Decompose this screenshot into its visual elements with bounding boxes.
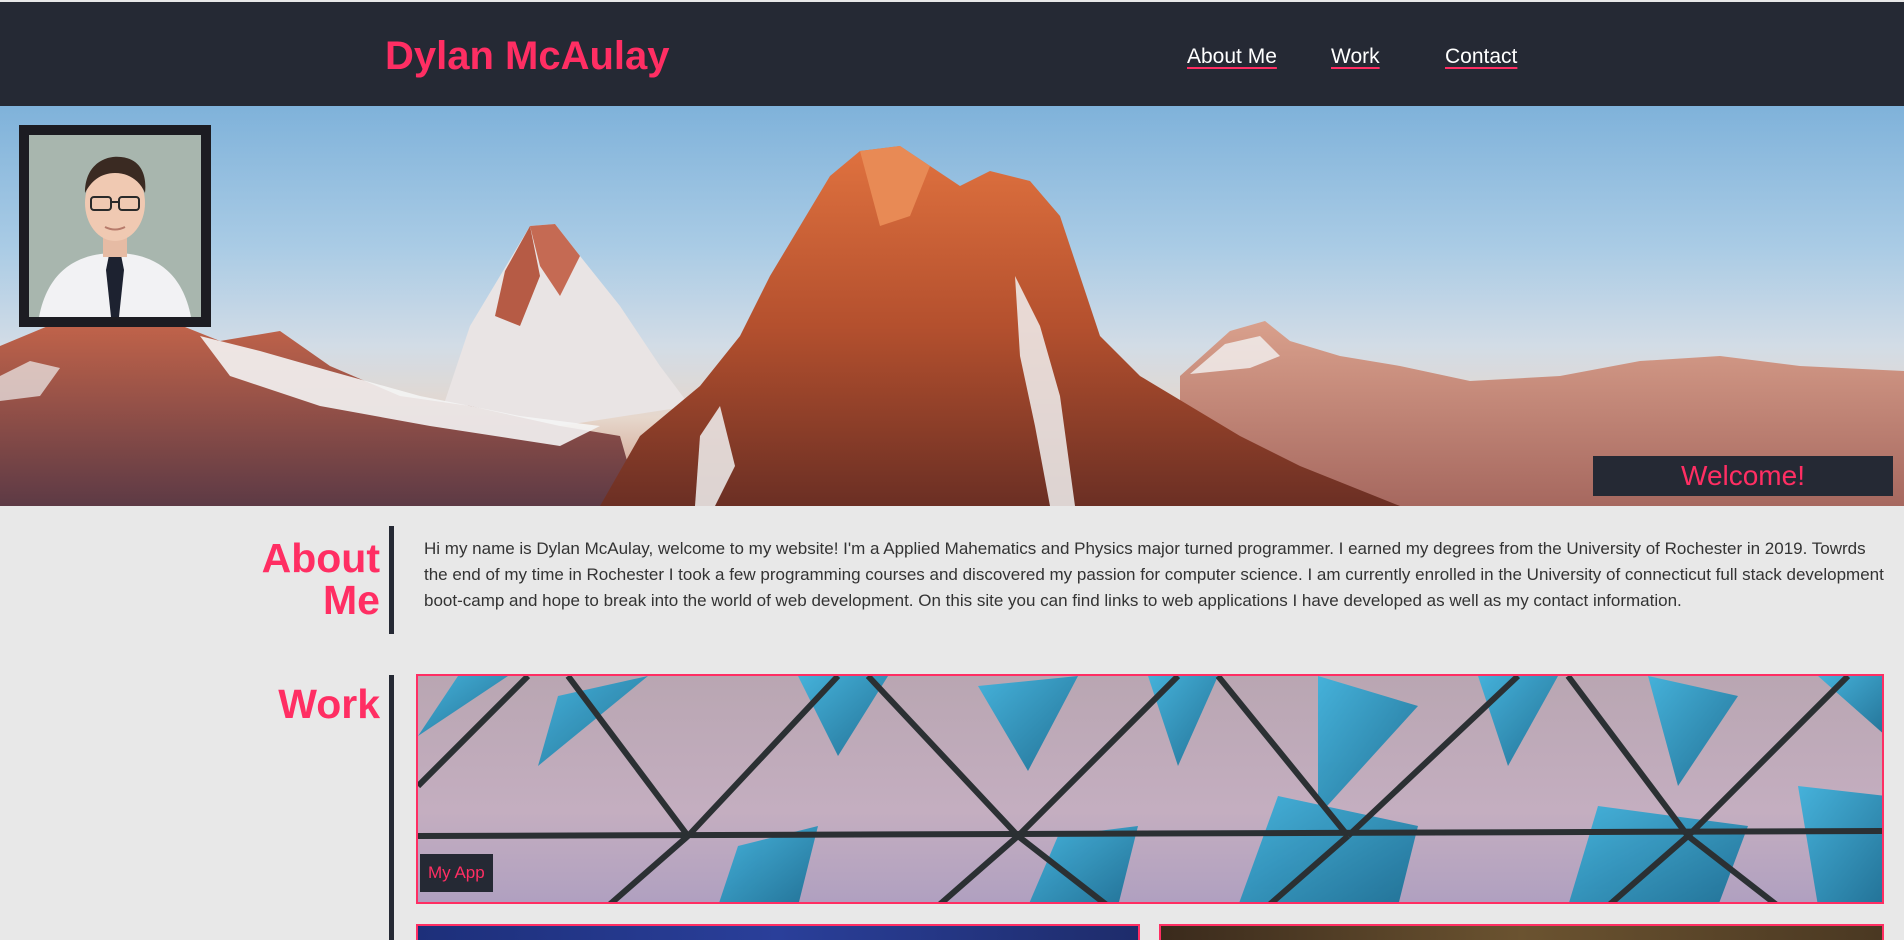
about-section-title: About Me <box>261 535 380 623</box>
nav-link-about-me[interactable]: About Me <box>1187 45 1277 69</box>
mountain-landscape-image <box>0 146 1904 506</box>
nav-link-work[interactable]: Work <box>1331 45 1380 69</box>
hero-banner: Welcome! <box>0 106 1904 506</box>
work-card-label[interactable]: My App <box>420 854 493 892</box>
geometric-pattern-image <box>418 676 1882 902</box>
profile-photo-frame <box>19 125 211 327</box>
work-card-third[interactable] <box>1159 924 1884 940</box>
work-card-my-app[interactable]: My App <box>416 674 1884 904</box>
work-section-title: Work <box>278 681 380 727</box>
code-screen-image <box>418 926 1138 940</box>
nav-link-contact[interactable]: Contact <box>1445 45 1517 69</box>
profile-photo <box>29 135 201 317</box>
about-divider <box>389 526 394 634</box>
site-header: Dylan McAulay About Me Work Contact <box>0 2 1904 106</box>
work-divider <box>389 675 394 940</box>
welcome-banner: Welcome! <box>1593 456 1893 496</box>
site-name: Dylan McAulay <box>385 34 670 78</box>
about-text: Hi my name is Dylan McAulay, welcome to … <box>424 539 1884 610</box>
work-card-second[interactable] <box>416 924 1140 940</box>
mosaic-image <box>1161 926 1882 940</box>
